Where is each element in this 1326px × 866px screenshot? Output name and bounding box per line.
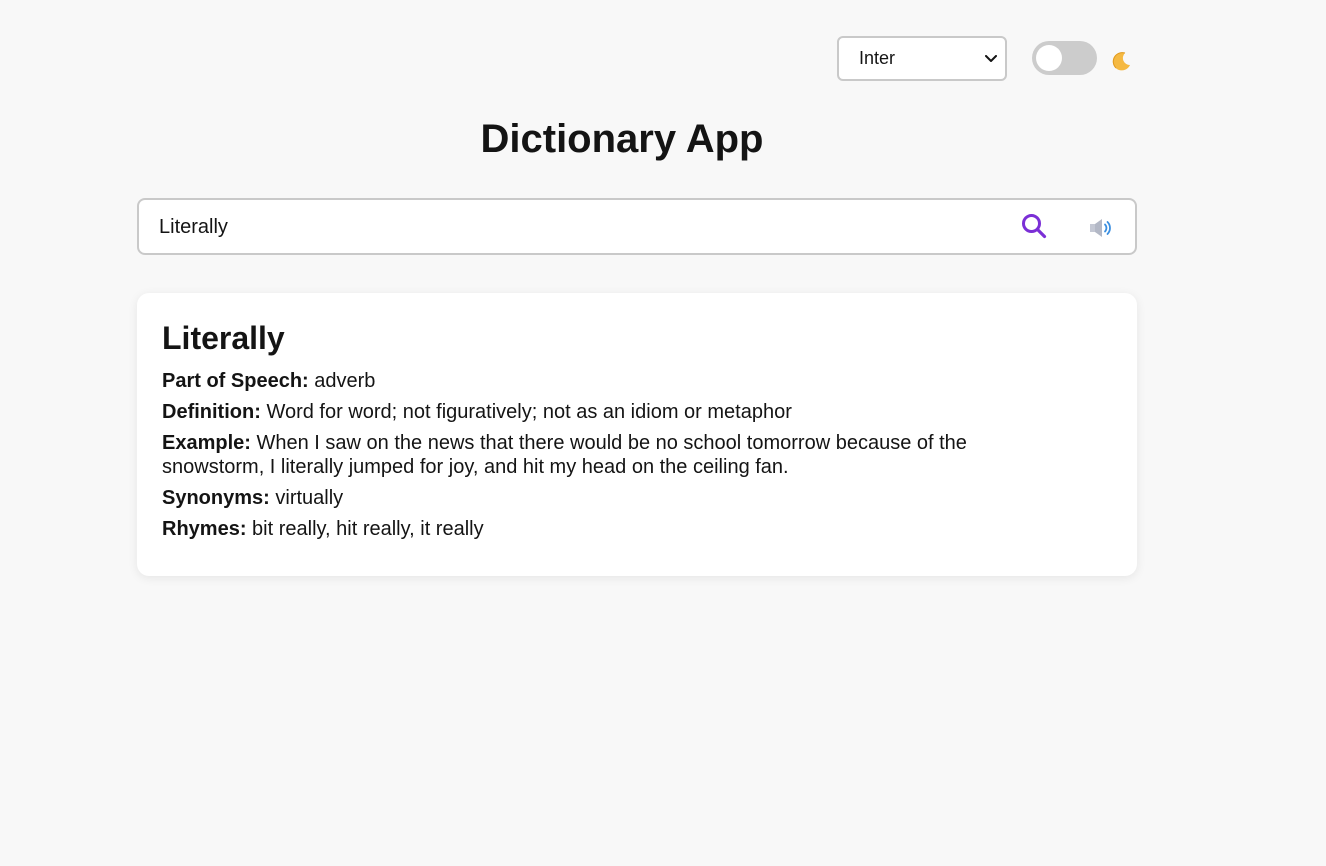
search-input[interactable] xyxy=(159,212,979,242)
chevron-down-icon xyxy=(985,53,997,65)
speaker-icon[interactable] xyxy=(1088,217,1114,239)
font-select-value: Inter xyxy=(859,48,896,68)
font-select[interactable]: Inter xyxy=(837,36,1007,81)
page: Inter Dictionary App Literally Literally… xyxy=(0,0,1326,866)
rhymes-label: Rhymes: xyxy=(162,518,247,540)
search-icon[interactable] xyxy=(1021,213,1047,239)
moon-icon xyxy=(1110,50,1132,72)
synonyms-label: Synonyms: xyxy=(162,487,270,509)
example-row: Example: When I saw on the news that the… xyxy=(162,431,1042,479)
rhymes-row: Rhymes: bit really, hit really, it reall… xyxy=(162,517,1042,541)
page-title: Dictionary App xyxy=(480,117,764,161)
result-card: Literally Part of Speech: adverb Definit… xyxy=(137,293,1137,576)
synonyms-row: Synonyms: virtually xyxy=(162,486,1042,510)
word-title: Literally xyxy=(162,320,285,356)
synonyms-value: virtually xyxy=(275,487,344,509)
definition-value: Word for word; not figuratively; not as … xyxy=(266,401,792,423)
definition-label: Definition: xyxy=(162,401,261,423)
toggle-knob xyxy=(1036,45,1062,71)
rhymes-value: bit really, hit really, it really xyxy=(252,518,484,540)
search-box xyxy=(137,198,1137,255)
part-of-speech-label: Part of Speech: xyxy=(162,370,309,392)
dark-mode-toggle[interactable] xyxy=(1032,41,1097,75)
part-of-speech-value: adverb xyxy=(314,370,376,392)
example-label: Example: xyxy=(162,432,251,454)
example-value: When I saw on the news that there would … xyxy=(162,432,967,478)
part-of-speech-row: Part of Speech: adverb xyxy=(162,369,1042,393)
definition-row: Definition: Word for word; not figurativ… xyxy=(162,400,1042,424)
